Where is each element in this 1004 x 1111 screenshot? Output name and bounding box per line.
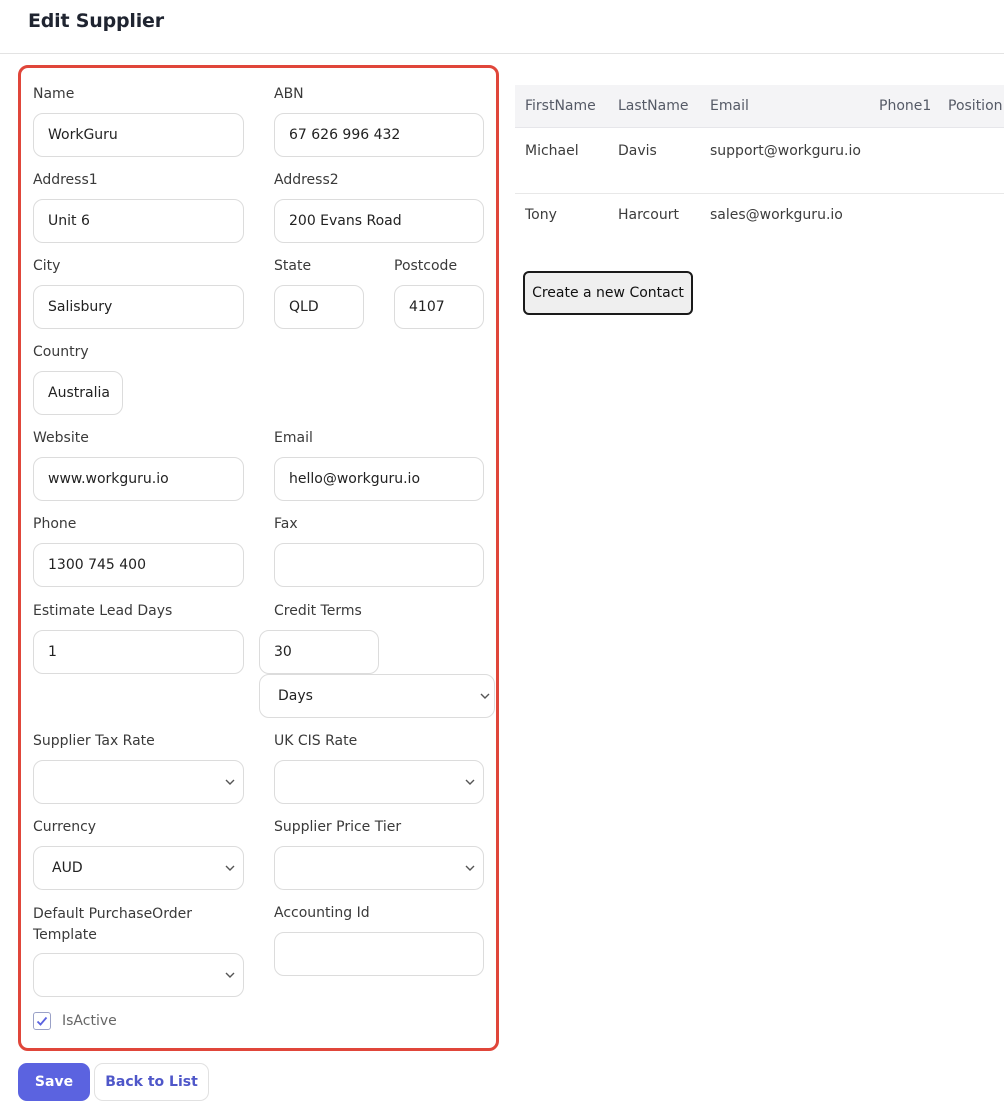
fax-input[interactable] bbox=[274, 543, 484, 587]
supplier-tax-rate-select[interactable] bbox=[33, 760, 244, 804]
address1-input[interactable]: Unit 6 bbox=[33, 199, 244, 243]
accounting-id-input[interactable] bbox=[274, 932, 484, 976]
chevron-down-icon bbox=[223, 968, 237, 982]
credit-terms-unit-select[interactable]: Days bbox=[259, 674, 495, 718]
save-button[interactable]: Save bbox=[18, 1063, 90, 1101]
supplier-price-tier-select[interactable] bbox=[274, 846, 484, 890]
currency-select[interactable]: AUD bbox=[33, 846, 244, 890]
accounting-id-label: Accounting Id bbox=[274, 905, 370, 921]
supplier-price-tier-label: Supplier Price Tier bbox=[274, 819, 402, 835]
table-row-divider bbox=[515, 193, 1004, 194]
contact-first-name: Tony bbox=[525, 207, 557, 223]
abn-input[interactable]: 67 626 996 432 bbox=[274, 113, 484, 157]
uk-cis-rate-label: UK CIS Rate bbox=[274, 733, 358, 749]
contact-email: support@workguru.io bbox=[710, 143, 861, 159]
website-input[interactable]: www.workguru.io bbox=[33, 457, 244, 501]
contacts-table-header: FirstName LastName Email Phone1 Position bbox=[515, 85, 1004, 128]
is-active-checkbox[interactable] bbox=[33, 1012, 51, 1030]
page-header: Edit Supplier bbox=[0, 0, 1004, 54]
estimate-lead-days-input[interactable]: 1 bbox=[33, 630, 244, 674]
website-label: Website bbox=[33, 430, 89, 446]
postcode-label: Postcode bbox=[394, 258, 458, 274]
name-label: Name bbox=[33, 86, 75, 102]
column-header-firstname[interactable]: FirstName bbox=[525, 98, 596, 114]
contact-last-name: Davis bbox=[618, 143, 657, 159]
column-header-lastname[interactable]: LastName bbox=[618, 98, 688, 114]
name-input[interactable]: WorkGuru bbox=[33, 113, 244, 157]
email-label: Email bbox=[274, 430, 313, 446]
email-input[interactable]: hello@workguru.io bbox=[274, 457, 484, 501]
chevron-down-icon bbox=[223, 775, 237, 789]
phone-label: Phone bbox=[33, 516, 77, 532]
address2-label: Address2 bbox=[274, 172, 339, 188]
address2-input[interactable]: 200 Evans Road bbox=[274, 199, 484, 243]
chevron-down-icon bbox=[223, 861, 237, 875]
default-po-template-label: Default PurchaseOrder Template bbox=[33, 906, 192, 943]
address1-label: Address1 bbox=[33, 172, 98, 188]
table-row[interactable]: Michael Davis support@workguru.io bbox=[515, 128, 1004, 193]
country-label: Country bbox=[33, 344, 89, 360]
abn-label: ABN bbox=[274, 86, 304, 102]
chevron-down-icon bbox=[478, 689, 492, 703]
phone-input[interactable]: 1300 745 400 bbox=[33, 543, 244, 587]
credit-terms-input[interactable]: 30 bbox=[259, 630, 379, 674]
create-new-contact-button[interactable]: Create a new Contact bbox=[523, 271, 693, 315]
currency-value: AUD bbox=[52, 860, 83, 876]
contact-last-name: Harcourt bbox=[618, 207, 679, 223]
column-header-position[interactable]: Position bbox=[948, 98, 1003, 114]
is-active-label: IsActive bbox=[62, 1013, 117, 1029]
credit-terms-label: Credit Terms bbox=[274, 603, 362, 619]
city-label: City bbox=[33, 258, 61, 274]
supplier-tax-rate-label: Supplier Tax Rate bbox=[33, 733, 155, 749]
currency-label: Currency bbox=[33, 819, 97, 835]
checkmark-icon bbox=[36, 1016, 48, 1026]
contact-email: sales@workguru.io bbox=[710, 207, 843, 223]
state-label: State bbox=[274, 258, 312, 274]
chevron-down-icon bbox=[463, 861, 477, 875]
chevron-down-icon bbox=[463, 775, 477, 789]
postcode-input[interactable]: 4107 bbox=[394, 285, 484, 329]
column-header-phone1[interactable]: Phone1 bbox=[879, 98, 931, 114]
city-input[interactable]: Salisbury bbox=[33, 285, 244, 329]
fax-label: Fax bbox=[274, 516, 298, 532]
contact-first-name: Michael bbox=[525, 143, 579, 159]
state-input[interactable]: QLD bbox=[274, 285, 364, 329]
country-input[interactable]: Australia bbox=[33, 371, 123, 415]
credit-terms-unit-value: Days bbox=[278, 688, 313, 704]
page-title: Edit Supplier bbox=[28, 10, 164, 32]
column-header-email[interactable]: Email bbox=[710, 98, 749, 114]
estimate-lead-days-label: Estimate Lead Days bbox=[33, 603, 173, 619]
table-row[interactable]: Tony Harcourt sales@workguru.io bbox=[515, 193, 1004, 253]
default-po-template-select[interactable] bbox=[33, 953, 244, 997]
uk-cis-rate-select[interactable] bbox=[274, 760, 484, 804]
back-to-list-button[interactable]: Back to List bbox=[94, 1063, 209, 1101]
